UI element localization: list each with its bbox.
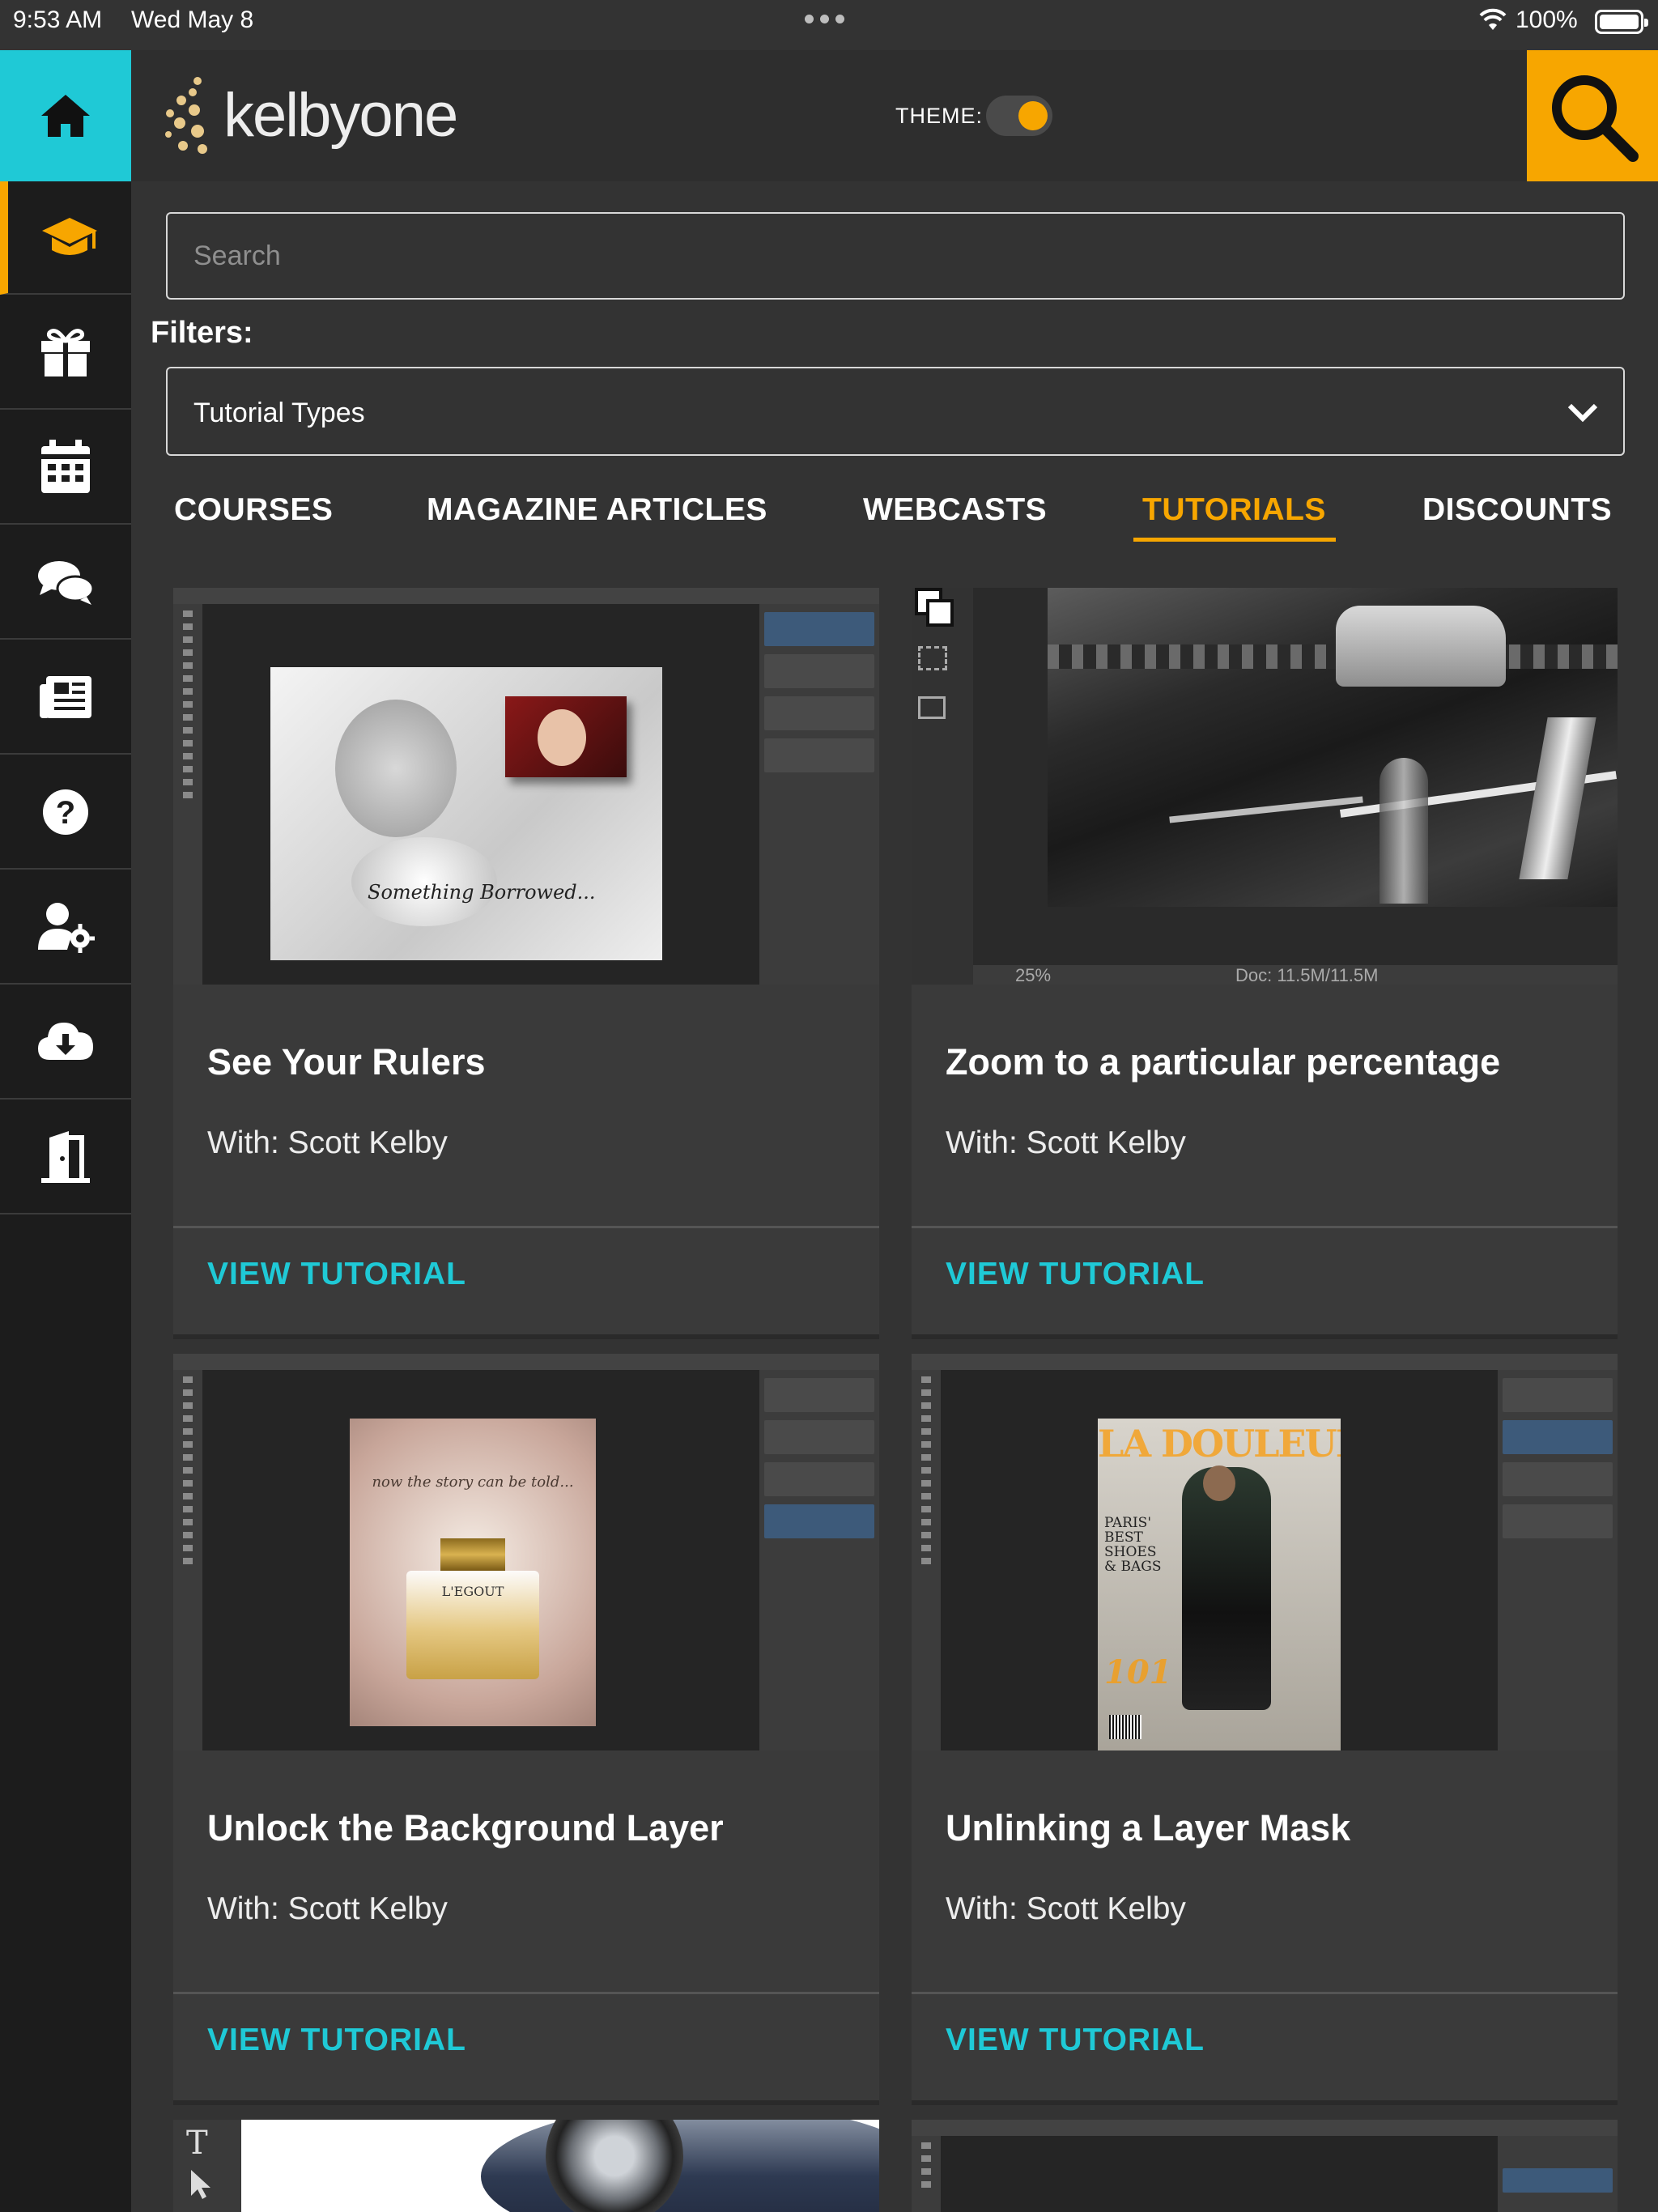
search-input[interactable]	[166, 212, 1625, 300]
card-divider	[912, 1226, 1618, 1228]
kelbyone-logo[interactable]: kelbyone	[162, 74, 458, 155]
tutorial-thumbnail[interactable]: T	[173, 2120, 879, 2212]
view-tutorial-button[interactable]: VIEW TUTORIAL	[946, 2023, 1205, 2058]
search-icon	[1552, 75, 1639, 162]
tutorial-card[interactable]: LA DOULEUR PARIS' BEST SHOES & BAGS 101 …	[912, 1354, 1618, 2105]
tutorial-author: With: Scott Kelby	[946, 1891, 1186, 1926]
tutorial-title: See Your Rulers	[207, 1041, 486, 1083]
tutorial-title: Zoom to a particular percentage	[946, 1041, 1501, 1083]
status-bar: 9:53 AM Wed May 8 100%	[0, 0, 1658, 50]
magazine-title: LA DOULEUR	[1098, 1422, 1341, 1465]
sidebar-item-logout[interactable]	[0, 1101, 131, 1214]
wifi-icon	[1479, 8, 1507, 30]
home-icon	[41, 95, 90, 137]
chat-icon	[38, 561, 95, 605]
tutorial-thumbnail[interactable]: now the story can be told... L'EGOUT	[173, 1354, 879, 1750]
multitasking-dots-icon[interactable]	[805, 15, 844, 23]
tutorial-thumbnail[interactable]: LA DOULEUR PARIS' BEST SHOES & BAGS 101	[912, 1354, 1618, 1750]
sidebar-item-downloads[interactable]	[0, 986, 131, 1100]
content-tabs: COURSES MAGAZINE ARTICLES WEBCASTS TUTOR…	[0, 492, 1658, 549]
tutorial-title: Unlinking a Layer Mask	[946, 1807, 1351, 1848]
chevron-down-icon	[1567, 403, 1598, 423]
filters-label: Filters:	[151, 316, 253, 350]
status-date: Wed May 8	[131, 6, 254, 33]
tab-webcasts[interactable]: WEBCASTS	[863, 492, 1047, 528]
active-tab-indicator	[1133, 538, 1336, 542]
sidebar-item-offers[interactable]	[0, 296, 131, 410]
tutorial-card[interactable]: Something Borrowed... See Your Rulers Wi…	[173, 588, 879, 1339]
zoom-readout: 25%	[1015, 965, 1052, 985]
battery-icon	[1595, 10, 1648, 34]
magazine-cover-text: PARIS' BEST SHOES & BAGS	[1104, 1515, 1162, 1575]
calendar-icon	[41, 440, 90, 493]
logo-text: kelbyone	[223, 80, 458, 150]
search-button[interactable]	[1527, 50, 1658, 181]
select-value: Tutorial Types	[193, 398, 365, 428]
view-tutorial-button[interactable]: VIEW TUTORIAL	[207, 2023, 466, 2058]
gift-icon	[41, 329, 90, 376]
thumbnail-caption: now the story can be told...	[372, 1474, 574, 1491]
tutorial-author: With: Scott Kelby	[207, 1891, 448, 1926]
sidebar-item-articles[interactable]	[0, 641, 131, 755]
tab-courses[interactable]: COURSES	[174, 492, 333, 528]
tutorial-thumbnail[interactable]: 25% Doc: 11.5M/11.5M	[912, 588, 1618, 985]
status-time: 9:53 AM	[13, 6, 103, 33]
battery-percent: 100%	[1516, 6, 1578, 33]
tab-tutorials[interactable]: TUTORIALS	[1142, 492, 1326, 528]
sidebar-item-home[interactable]	[0, 50, 131, 181]
news-icon	[40, 676, 91, 718]
sidebar-item-help[interactable]: ?	[0, 756, 131, 870]
card-divider	[173, 1226, 879, 1228]
sidebar: ?	[0, 50, 131, 2212]
theme-toggle[interactable]	[986, 96, 1052, 136]
bottle-label: L'EGOUT	[441, 1584, 504, 1599]
view-tutorial-button[interactable]: VIEW TUTORIAL	[207, 1257, 466, 1292]
tutorial-title: Unlock the Background Layer	[207, 1807, 724, 1848]
tutorial-thumbnail[interactable]: Something Borrowed...	[173, 588, 879, 985]
tab-magazine-articles[interactable]: MAGAZINE ARTICLES	[427, 492, 767, 528]
tutorial-card[interactable]: T	[173, 2120, 879, 2212]
card-divider	[173, 1992, 879, 1994]
logo-dots-icon	[165, 77, 207, 154]
tab-discounts[interactable]: DISCOUNTS	[1422, 492, 1612, 528]
cloud-download-icon	[38, 1023, 93, 1060]
thumbnail-caption: Something Borrowed...	[368, 881, 596, 904]
sidebar-item-learning[interactable]	[0, 181, 131, 295]
app-header: kelbyone THEME:	[131, 50, 1658, 181]
tutorial-card[interactable]	[912, 2120, 1618, 2212]
doc-size-readout: Doc: 11.5M/11.5M	[1235, 965, 1379, 985]
tutorial-author: With: Scott Kelby	[207, 1125, 448, 1160]
magazine-number: 101	[1104, 1653, 1172, 1691]
tutorial-author: With: Scott Kelby	[946, 1125, 1186, 1160]
tutorial-thumbnail[interactable]	[912, 2120, 1618, 2212]
tutorial-types-select[interactable]: Tutorial Types	[166, 367, 1625, 456]
move-tool-icon	[191, 2170, 210, 2199]
user-settings-icon	[38, 903, 95, 953]
theme-label: THEME:	[895, 104, 984, 128]
help-icon: ?	[43, 789, 88, 835]
tutorial-card[interactable]: 25% Doc: 11.5M/11.5M Zoom to a particula…	[912, 588, 1618, 1339]
sidebar-item-account[interactable]	[0, 871, 131, 985]
graduation-cap-icon	[42, 218, 97, 255]
view-tutorial-button[interactable]: VIEW TUTORIAL	[946, 1257, 1205, 1292]
tutorial-card[interactable]: now the story can be told... L'EGOUT Unl…	[173, 1354, 879, 2105]
logout-icon	[41, 1131, 90, 1183]
svg-text:?: ?	[56, 795, 75, 831]
card-divider	[912, 1992, 1618, 1994]
